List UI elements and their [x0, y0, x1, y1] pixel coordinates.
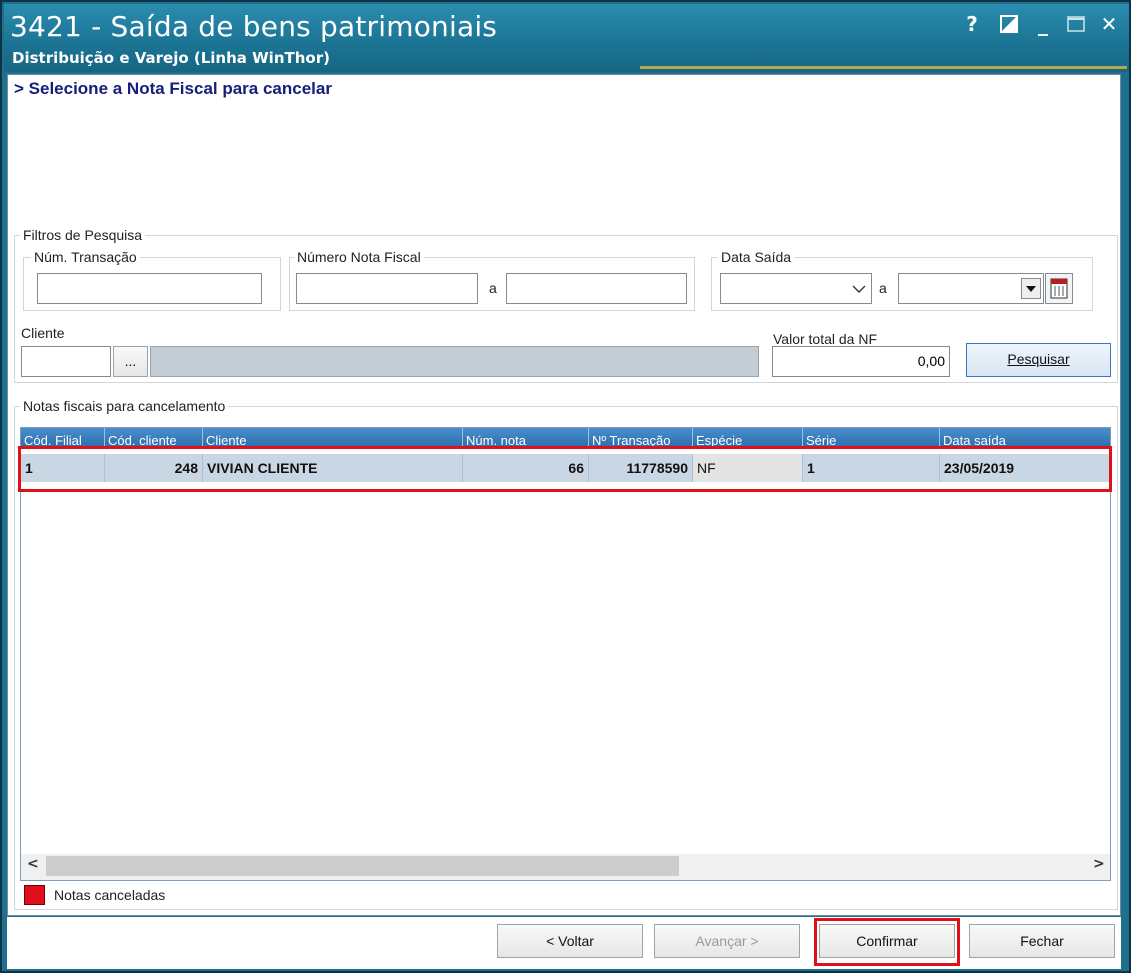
- cliente-browse-button[interactable]: ...: [113, 346, 148, 377]
- numero-nota-to-input[interactable]: [506, 273, 687, 304]
- pesquisar-button-label: Pesquisar: [1007, 351, 1070, 367]
- window-subtitle: Distribuição e Varejo (Linha WinThor): [12, 49, 330, 67]
- pesquisar-button[interactable]: Pesquisar: [966, 343, 1111, 377]
- num-transacao-input[interactable]: [37, 273, 262, 304]
- confirm-highlight-box: [814, 918, 960, 966]
- maximize-icon: [1067, 16, 1085, 32]
- help-button[interactable]: ?: [957, 10, 987, 38]
- calendar-icon: [1050, 278, 1068, 299]
- scrollbar-thumb[interactable]: [46, 856, 679, 876]
- triangle-down-icon: [1026, 286, 1036, 292]
- filters-group-label: Filtros de Pesquisa: [20, 227, 146, 243]
- scroll-right-arrow[interactable]: >: [1093, 856, 1105, 872]
- wizard-panel: > Selecione a Nota Fiscal para cancelar …: [7, 74, 1121, 916]
- scroll-left-arrow[interactable]: <: [27, 856, 39, 872]
- restore-layout-button[interactable]: [994, 10, 1024, 38]
- calendar-button[interactable]: [1045, 273, 1073, 304]
- maximize-button[interactable]: [1061, 10, 1091, 38]
- close-button[interactable]: ✕: [1094, 10, 1124, 38]
- cliente-name-display: [150, 346, 759, 377]
- column-header-cliente[interactable]: Cliente: [203, 428, 463, 446]
- column-header-num-nota[interactable]: Núm. nota: [463, 428, 589, 446]
- step-title: > Selecione a Nota Fiscal para cancelar: [14, 79, 332, 98]
- help-icon: ?: [966, 12, 978, 36]
- fechar-button[interactable]: Fechar: [969, 924, 1115, 958]
- data-saida-to-select[interactable]: [898, 273, 1044, 304]
- dropdown-button[interactable]: [1021, 278, 1041, 299]
- cancelled-color-swatch: [24, 885, 45, 905]
- column-header-especie[interactable]: Espécie: [693, 428, 803, 446]
- column-header-num-transacao[interactable]: Nº Transação: [589, 428, 693, 446]
- fechar-button-label: Fechar: [1020, 933, 1064, 949]
- layout-toggle-icon: [1000, 15, 1018, 33]
- title-bar: 3421 - Saída de bens patrimoniais Distri…: [4, 4, 1129, 72]
- notas-group-label: Notas fiscais para cancelamento: [20, 398, 229, 414]
- chevron-down-icon: [852, 285, 866, 293]
- column-header-data-saida[interactable]: Data saída: [940, 428, 1110, 446]
- column-header-serie[interactable]: Série: [803, 428, 940, 446]
- row-highlight-box: [18, 446, 1112, 492]
- cliente-label: Cliente: [21, 325, 65, 341]
- window-title: 3421 - Saída de bens patrimoniais: [10, 10, 498, 43]
- data-saida-label: Data Saída: [718, 249, 795, 265]
- minimize-icon: _: [1038, 12, 1048, 36]
- valor-total-input[interactable]: 0,00: [772, 346, 950, 377]
- column-header-cod-cliente[interactable]: Cód. cliente: [105, 428, 203, 446]
- data-saida-separator: a: [879, 280, 887, 296]
- cliente-code-input[interactable]: [21, 346, 111, 377]
- title-accent-line: [640, 66, 1127, 69]
- avancar-button[interactable]: Avançar >: [654, 924, 800, 958]
- notas-grid[interactable]: Cód. Filial Cód. cliente Cliente Núm. no…: [20, 427, 1111, 881]
- numero-nota-label: Número Nota Fiscal: [294, 249, 424, 265]
- numero-nota-from-input[interactable]: [296, 273, 478, 304]
- data-saida-from-select[interactable]: [720, 273, 872, 304]
- minimize-button[interactable]: _: [1028, 10, 1058, 38]
- numero-nota-separator: a: [489, 280, 497, 296]
- valor-total-label: Valor total da NF: [773, 331, 878, 347]
- avancar-button-label: Avançar >: [695, 933, 759, 949]
- voltar-button[interactable]: < Voltar: [497, 924, 643, 958]
- column-header-cod-filial[interactable]: Cód. Filial: [21, 428, 105, 446]
- num-transacao-label: Núm. Transação: [31, 249, 140, 265]
- app-window: 3421 - Saída de bens patrimoniais Distri…: [0, 0, 1131, 973]
- footer-bar: < Voltar Avançar > Confirmar Fechar: [7, 917, 1121, 969]
- voltar-button-label: < Voltar: [546, 933, 594, 949]
- cancelled-legend-label: Notas canceladas: [54, 887, 166, 903]
- close-icon: ✕: [1100, 12, 1118, 36]
- horizontal-scrollbar[interactable]: < >: [21, 854, 1110, 880]
